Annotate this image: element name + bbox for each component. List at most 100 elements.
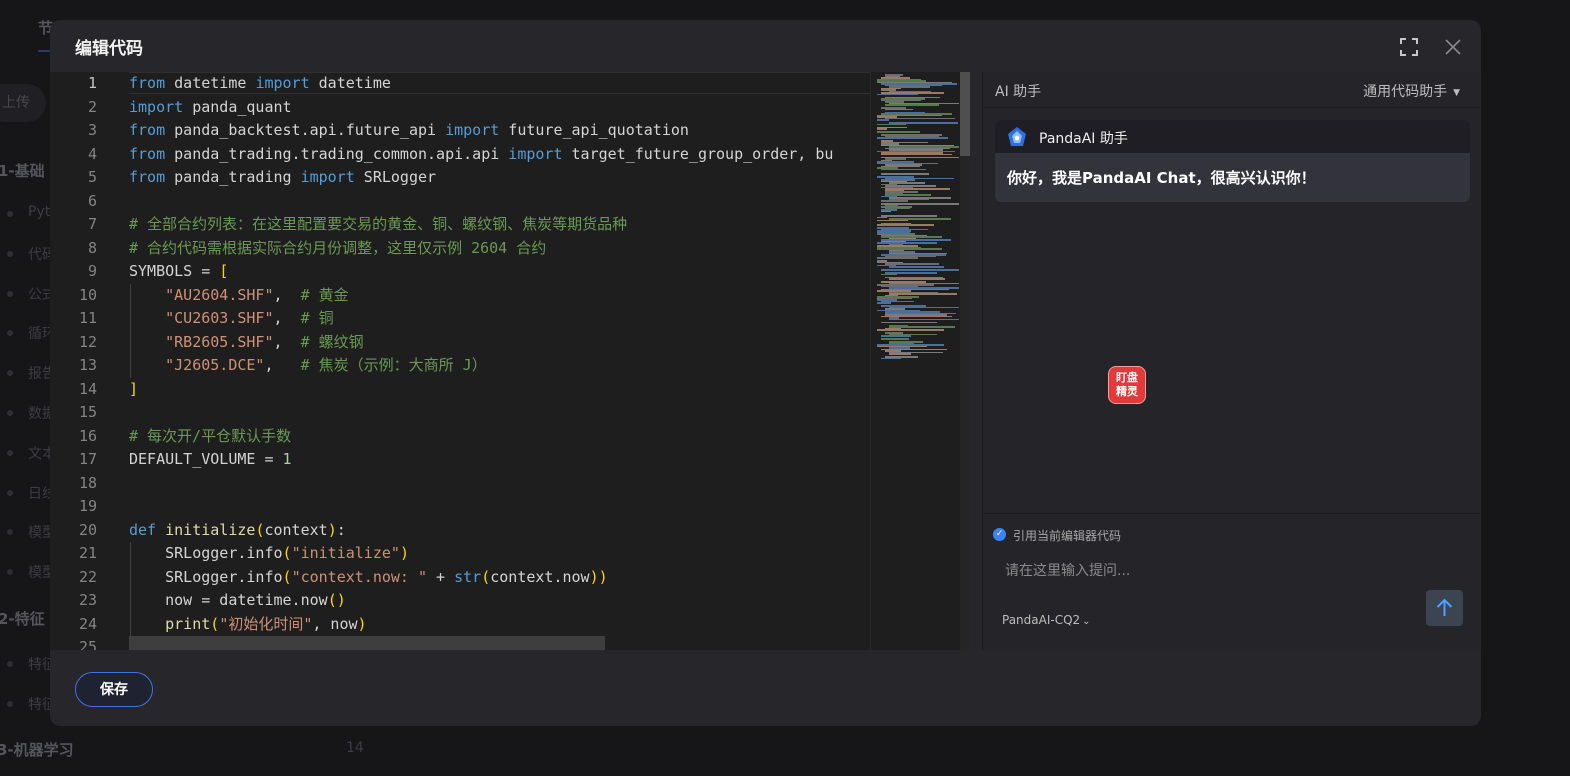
code-token: from: [129, 121, 166, 139]
code-line[interactable]: 10 "AU2604.SHF", # 黄金: [50, 284, 870, 308]
code-text: "J2605.DCE", # 焦炭（示例：大商所 J）: [129, 354, 487, 378]
code-text: import panda_quant: [129, 96, 292, 120]
code-token: # 每次开/平仓默认手数: [129, 426, 292, 445]
code-line[interactable]: 14]: [50, 378, 870, 402]
minimap-line: [881, 321, 937, 323]
minimap-line: [877, 119, 889, 121]
chat-input-area: ✓ 引用当前编辑器代码 PandaAI-CQ2⌄: [983, 513, 1481, 650]
code-minimap[interactable]: [870, 72, 961, 650]
minimap-line: [881, 210, 891, 212]
code-line[interactable]: 11 "CU2603.SHF", # 铜: [50, 307, 870, 331]
code-token: (: [282, 544, 292, 562]
code-text: from panda_backtest.api.future_api impor…: [129, 119, 689, 143]
vertical-scrollbar-thumb[interactable]: [960, 72, 970, 156]
minimap-line: [877, 302, 891, 304]
minimap-line: [889, 278, 945, 280]
code-line[interactable]: 9 SYMBOLS = [: [50, 260, 870, 284]
code-token: context.now: [490, 567, 590, 586]
code-line[interactable]: 1 from datetime import datetime: [50, 72, 870, 96]
line-number: 2: [87, 97, 97, 116]
code-line[interactable]: 21 SRLogger.info("initialize"): [50, 542, 870, 566]
bot-greeting: 你好，我是PandaAI Chat，很高兴认识你！: [1007, 169, 1316, 187]
code-line[interactable]: 16 # 每次开/平仓默认手数: [50, 425, 870, 449]
model-selector[interactable]: PandaAI-CQ2 ⌄: [1002, 613, 1091, 627]
model-label: PandaAI-CQ2: [1002, 613, 1081, 627]
code-text: ]: [129, 378, 138, 402]
line-number: 10: [78, 285, 97, 304]
minimap-line: [877, 219, 908, 221]
code-line[interactable]: 15: [50, 401, 870, 425]
code-token: )): [589, 567, 608, 586]
code-line[interactable]: 18: [50, 472, 870, 496]
minimap-line: [877, 131, 920, 133]
assistant-mode-dropdown[interactable]: 通用代码助手 ▼: [1363, 81, 1460, 101]
reference-code-checkbox[interactable]: ✓: [993, 528, 1006, 541]
save-button[interactable]: 保存: [75, 672, 153, 707]
bg-section-1: 1-基础: [0, 162, 45, 180]
prompt-input[interactable]: [1003, 558, 1407, 584]
code-line[interactable]: 13 "J2605.DCE", # 焦炭（示例：大商所 J）: [50, 354, 870, 378]
minimap-line: [881, 168, 926, 170]
code-line[interactable]: 7 # 全部合约列表：在这里配置要交易的黄金、铜、螺纹钢、焦炭等期货品种: [50, 213, 870, 237]
code-token: ]: [129, 379, 139, 398]
code-token: 1: [282, 450, 292, 468]
code-text: DEFAULT_VOLUME = 1: [129, 448, 292, 472]
code-line[interactable]: 12 "RB2605.SHF", # 螺纹钢: [50, 331, 870, 355]
minimap-line: [881, 273, 897, 275]
code-token: ): [357, 614, 367, 633]
line-number: 22: [78, 567, 97, 586]
code-token: "初始化时间": [219, 614, 313, 633]
code-token: [: [219, 262, 229, 280]
bg-section-2: 2-特征: [0, 610, 45, 628]
code-line[interactable]: 19: [50, 495, 870, 519]
code-token: panda_trading.trading_common.api.api: [165, 144, 509, 163]
code-token: str: [454, 567, 482, 586]
code-token: def: [129, 520, 157, 539]
code-text: from panda_trading import SRLogger: [129, 166, 436, 190]
code-text: def initialize(context):: [129, 519, 346, 543]
vertical-scrollbar-track[interactable]: [960, 72, 970, 650]
code-line[interactable]: 24 print("初始化时间", now): [50, 613, 870, 637]
code-text: # 合约代码需根据实际合约月份调整，这里仅示例 2604 合约: [129, 237, 546, 261]
code-editor[interactable]: 1 from datetime import datetime 2 import pa…: [50, 72, 970, 650]
code-token: (: [481, 567, 491, 586]
monitor-spirit-badge[interactable]: 盯盘 精灵: [1108, 366, 1146, 404]
code-line[interactable]: 6: [50, 190, 870, 214]
code-token: "context.now: ": [291, 567, 428, 586]
horizontal-scrollbar[interactable]: [129, 636, 605, 650]
code-token: SRLogger: [354, 168, 437, 186]
line-number: 15: [78, 403, 97, 421]
minimap-line: [877, 257, 918, 259]
bg-section-3: 3-机器学习: [0, 741, 74, 759]
code-text: SRLogger.info("context.now: " + str(cont…: [129, 566, 608, 590]
line-number: 16: [78, 426, 97, 445]
send-button[interactable]: [1426, 590, 1463, 626]
code-line[interactable]: 22 SRLogger.info("context.now: " + str(c…: [50, 566, 870, 590]
code-line[interactable]: 8 # 合约代码需根据实际合约月份调整，这里仅示例 2604 合约: [50, 237, 870, 261]
bg-upload-button: 上传: [0, 84, 46, 122]
arrow-up-icon: [1436, 598, 1453, 616]
minimap-line: [881, 173, 929, 175]
close-icon[interactable]: [1443, 37, 1463, 57]
fullscreen-icon[interactable]: [1399, 37, 1419, 57]
reference-code-label[interactable]: 引用当前编辑器代码: [1013, 527, 1121, 544]
code-line[interactable]: 4 from panda_trading.trading_common.api.a…: [50, 143, 870, 167]
panda-logo-icon: [1006, 126, 1028, 148]
code-line[interactable]: 5 from panda_trading import SRLogger: [50, 166, 870, 190]
code-token: SRLogger.info: [129, 544, 283, 562]
minimap-line: [889, 293, 957, 295]
bg-list-dot: [7, 449, 13, 456]
code-token: # 黄金: [300, 285, 349, 304]
code-line[interactable]: 3 from panda_backtest.api.future_api impo…: [50, 119, 870, 143]
code-line[interactable]: 2 import panda_quant: [50, 96, 870, 120]
minimap-line: [881, 200, 908, 202]
code-token: datetime: [309, 74, 391, 92]
code-line[interactable]: 23 now = datetime.now(): [50, 589, 870, 613]
code-token: # 合约代码需根据实际合约月份调整，这里仅示例 2604 合约: [129, 238, 547, 257]
code-line[interactable]: 20 def initialize(context):: [50, 519, 870, 543]
bot-message-header: PandaAI 助手: [995, 120, 1470, 153]
code-line[interactable]: 17 DEFAULT_VOLUME = 1: [50, 448, 870, 472]
